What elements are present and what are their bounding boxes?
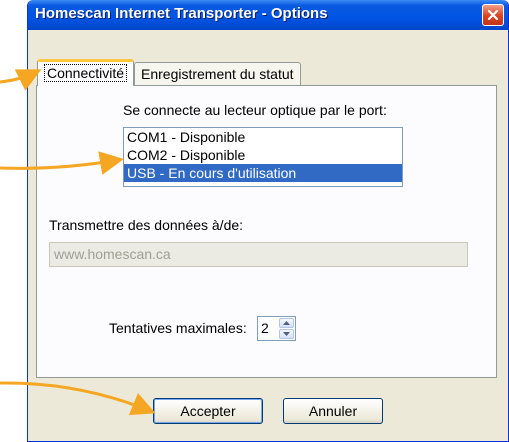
close-icon bbox=[487, 9, 499, 21]
spin-down-button[interactable] bbox=[279, 329, 294, 339]
port-option-com1[interactable]: COM1 - Disponible bbox=[124, 128, 402, 146]
spin-up-icon bbox=[283, 321, 290, 325]
cancel-button[interactable]: Annuler bbox=[283, 398, 383, 424]
tab-connectivite[interactable]: Connectivité bbox=[37, 59, 135, 86]
attempts-label: Tentatives maximales: bbox=[109, 320, 247, 336]
port-option-usb[interactable]: USB - En cours d'utilisation bbox=[124, 164, 402, 182]
window-title: Homescan Internet Transporter - Options bbox=[35, 5, 328, 22]
transfer-label: Transmettre des données à/de: bbox=[49, 217, 244, 233]
port-listbox[interactable]: COM1 - Disponible COM2 - Disponible USB … bbox=[123, 127, 403, 187]
options-dialog: Homescan Internet Transporter - Options … bbox=[27, 0, 509, 442]
tab-connectivite-label: Connectivité bbox=[44, 64, 128, 82]
port-label: Se connecte au lecteur optique par le po… bbox=[123, 102, 387, 118]
transfer-address-field: www.homescan.ca bbox=[49, 242, 468, 267]
tab-panel: Se connecte au lecteur optique par le po… bbox=[36, 85, 497, 378]
attempts-value[interactable]: 2 bbox=[257, 316, 278, 341]
spin-down-icon bbox=[283, 332, 290, 336]
tab-enregistrement-du-statut[interactable]: Enregistrement du statut bbox=[134, 62, 301, 86]
port-option-com2[interactable]: COM2 - Disponible bbox=[124, 146, 402, 164]
tab-enregistrement-label: Enregistrement du statut bbox=[141, 66, 294, 82]
title-bar[interactable]: Homescan Internet Transporter - Options bbox=[28, 0, 508, 30]
accept-button[interactable]: Accepter bbox=[153, 398, 263, 424]
close-button[interactable] bbox=[482, 4, 504, 26]
attempts-stepper bbox=[278, 316, 296, 341]
spin-up-button[interactable] bbox=[279, 318, 294, 328]
